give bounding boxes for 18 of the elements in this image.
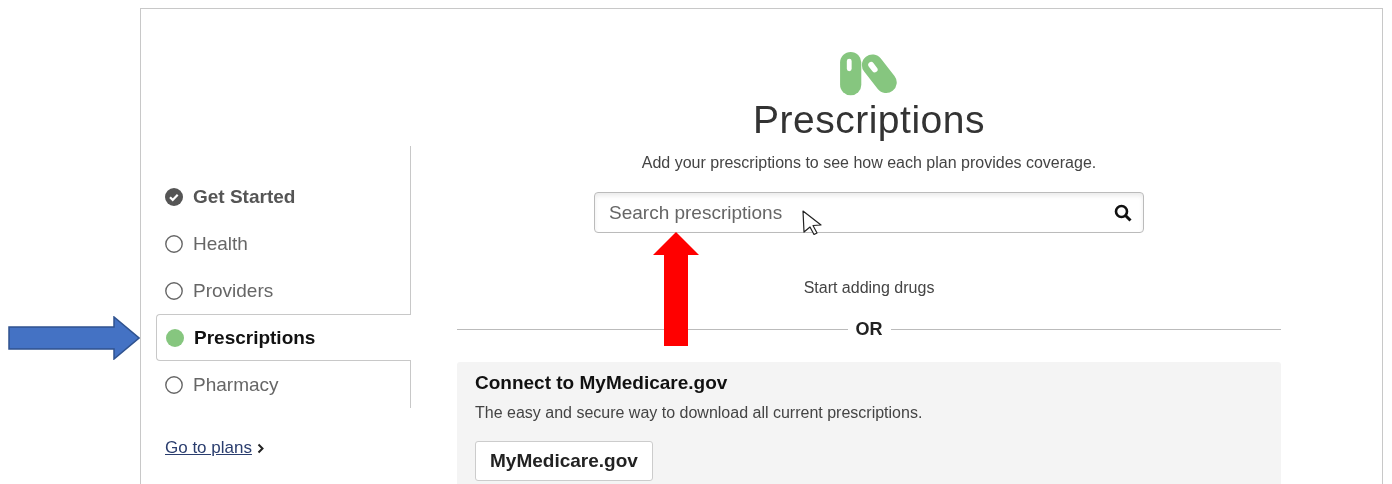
search-icon [1114,204,1132,223]
divider-label: OR [855,319,883,341]
cursor-icon [802,210,822,235]
page-subtitle: Add your prescriptions to see how each plan provides coverage. [641,154,1097,173]
connect-button[interactable]: MyMedicare.gov [475,441,653,482]
step-item[interactable]: Providers [156,267,411,314]
page-title: Prescriptions [753,98,985,143]
step-item[interactable]: Get Started [156,173,411,220]
step-item[interactable]: Prescriptions [156,314,411,361]
empty-state-text: Start adding drugs [803,279,935,298]
card-title: Connect to MyMedicare.gov [475,372,729,395]
step-item[interactable]: Pharmacy [156,361,411,408]
card-description: The easy and secure way to download all current prescriptions. [475,404,924,423]
step-item[interactable]: Health [156,220,411,267]
chevron-right-icon [256,442,264,454]
pills-icon [838,51,900,97]
search-field[interactable]: Search prescriptions [594,192,1144,234]
go-to-plans-link[interactable]: Go to plans [165,438,252,458]
